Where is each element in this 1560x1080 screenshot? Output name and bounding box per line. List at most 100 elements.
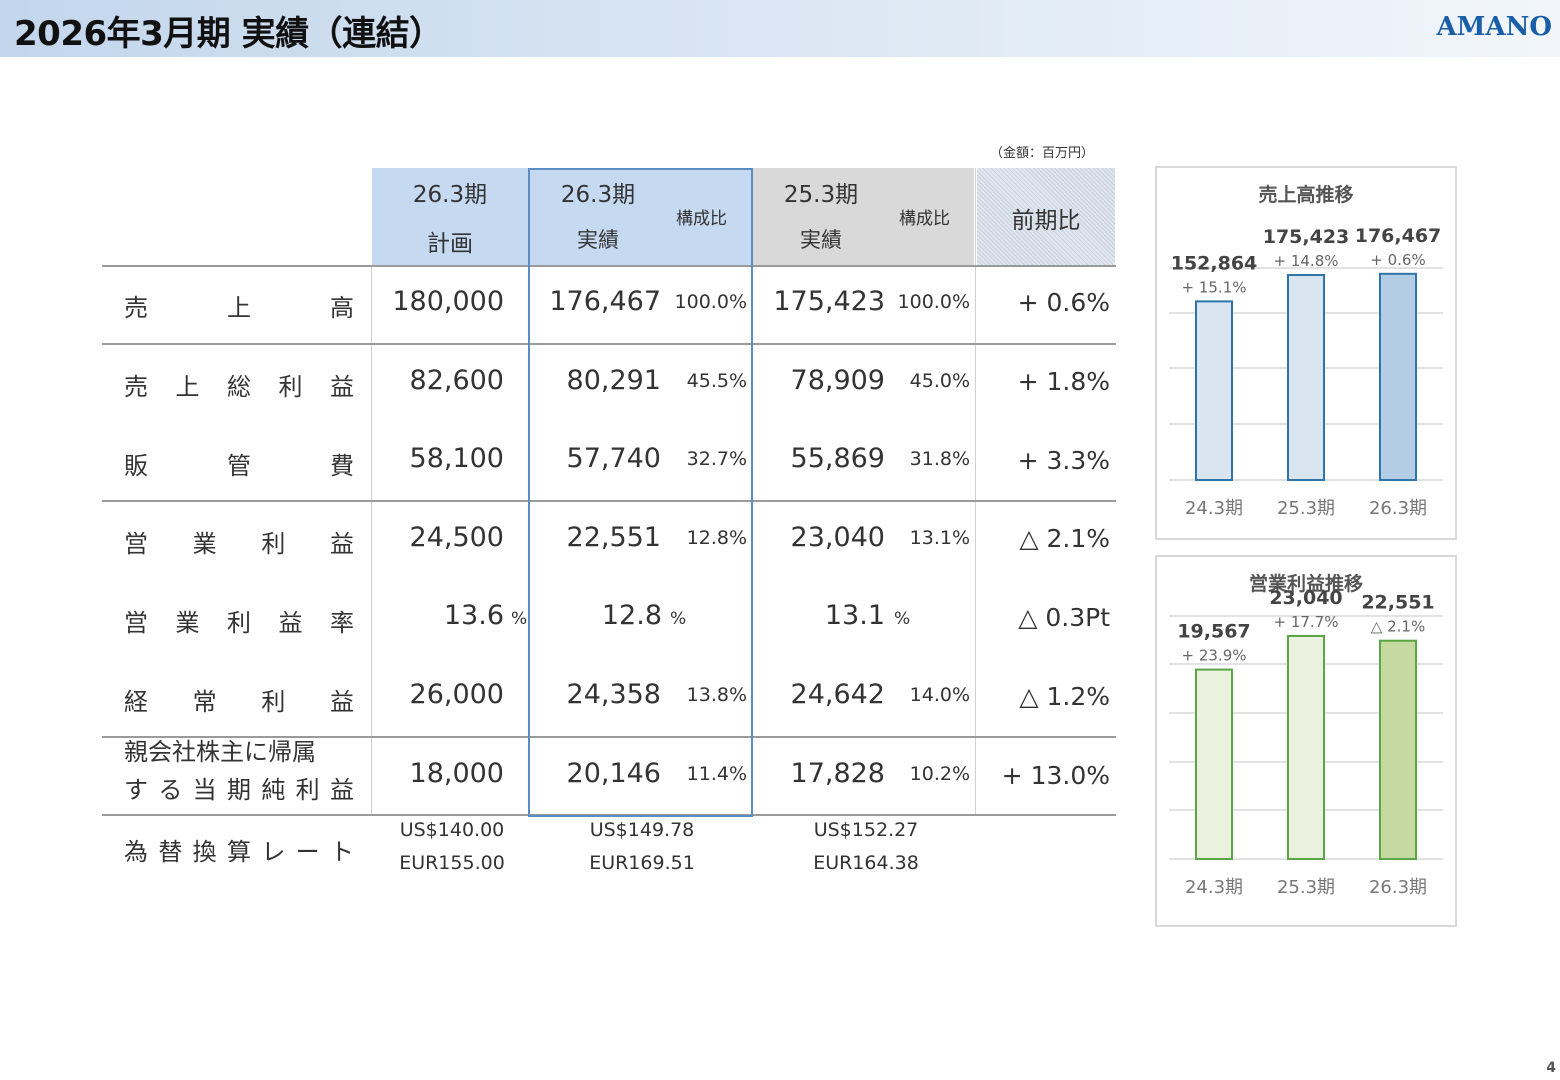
- ordinary-profit-yoy: △ 1.2%: [1019, 682, 1110, 711]
- header-prev-ratio: 構成比: [899, 209, 950, 229]
- bar-value-label: 176,467: [1355, 225, 1442, 247]
- category-label: 25.3期: [1277, 498, 1335, 519]
- bar-change-label: + 14.8%: [1274, 252, 1339, 270]
- actual-highlight-box: [528, 168, 753, 817]
- net-income-prev-ratio: 10.2%: [909, 763, 970, 785]
- net-income-label-line1: 親会社株主に帰属: [124, 738, 316, 766]
- sales-chart: 152,864 + 15.1% 24.3期 175,423 + 14.8% 25.3期 17…: [1169, 225, 1443, 519]
- operating-profit-actual: 22,551: [566, 522, 661, 553]
- sga-actual: 57,740: [566, 443, 661, 474]
- bar: [1379, 272, 1417, 481]
- label-char: 費: [330, 452, 354, 480]
- label-char: 算: [226, 838, 251, 866]
- category-label: 25.3期: [1277, 877, 1335, 898]
- operating-profit-prev-ratio: 13.1%: [909, 527, 970, 549]
- net-income-plan: 18,000: [409, 758, 504, 789]
- operating-margin-plan-unit: %: [511, 609, 528, 629]
- sales-actual: 176,467: [549, 286, 661, 317]
- label-char: 益: [330, 373, 354, 401]
- label-char: 業: [175, 609, 200, 637]
- label-char: 利: [261, 530, 286, 558]
- bar-value-label: 175,423: [1263, 226, 1350, 248]
- label-char: 販: [124, 452, 148, 480]
- fx-prev-usd: US$152.27: [813, 819, 919, 841]
- unit-note: （金額：百万円）: [990, 146, 1095, 161]
- net-income-prev: 17,828: [790, 758, 885, 789]
- operating-margin-actual-unit: %: [670, 609, 687, 629]
- operating-profit-chart: 19,567 + 23.9% 24.3期 23,040 + 17.7% 25.3期 22,5…: [1169, 587, 1443, 898]
- row-label-ordinary-profit: 経 常 利 益: [124, 682, 354, 717]
- operating-margin-prev: 13.1: [824, 600, 885, 631]
- bar-change-label: + 0.6%: [1370, 251, 1425, 269]
- label-char: 期: [226, 776, 251, 804]
- row-label-gross-profit: 売 上 総 利 益: [124, 367, 354, 402]
- operating-margin-plan: 13.6: [443, 600, 504, 631]
- net-income-label-line2: す る 当 期 純 利 益: [124, 771, 354, 809]
- label-char: 管: [227, 452, 251, 480]
- bar-change-label: + 17.7%: [1274, 613, 1339, 631]
- net-income-actual-ratio: 11.4%: [686, 763, 747, 785]
- label-char: 業: [192, 530, 217, 558]
- category-label: 24.3期: [1185, 498, 1243, 519]
- bar-value-label: 22,551: [1361, 592, 1434, 614]
- label-char: 益: [278, 609, 303, 637]
- ordinary-profit-plan: 26,000: [409, 679, 504, 710]
- gross-profit-actual: 80,291: [566, 365, 661, 396]
- ordinary-profit-prev: 24,642: [790, 679, 885, 710]
- category-label: 26.3期: [1369, 498, 1427, 519]
- bar-change-label: + 23.9%: [1182, 647, 1247, 665]
- bar: [1195, 668, 1233, 860]
- label-char: 売: [124, 294, 148, 322]
- label-char: 利: [278, 373, 303, 401]
- label-char: 営: [124, 530, 148, 558]
- label-char: 益: [329, 688, 354, 716]
- sga-actual-ratio: 32.7%: [686, 448, 747, 470]
- operating-margin-yoy: △ 0.3Pt: [1018, 603, 1110, 632]
- gross-profit-actual-ratio: 45.5%: [686, 370, 747, 392]
- header-yoy: 前期比: [1011, 208, 1081, 234]
- sales-plan: 180,000: [392, 286, 504, 317]
- bar-value-label: 152,864: [1171, 252, 1258, 274]
- bar: [1195, 300, 1233, 481]
- bar-value-label: 19,567: [1177, 621, 1250, 643]
- row-label-sga: 販 管 費: [124, 446, 354, 481]
- fx-prev: US$152.27 EUR164.38: [784, 814, 948, 880]
- fx-actual-usd: US$149.78: [589, 819, 695, 841]
- label-char: 率: [330, 609, 354, 637]
- label-char: 益: [329, 776, 354, 804]
- label-char: 利: [295, 776, 320, 804]
- sales-actual-ratio: 100.0%: [674, 291, 747, 313]
- row-label-sales: 売 上 高: [124, 288, 354, 323]
- ordinary-profit-actual: 24,358: [566, 679, 661, 710]
- bar: [1287, 274, 1325, 481]
- fx-plan-usd: US$140.00: [399, 819, 505, 841]
- label-char: 当: [192, 776, 217, 804]
- row-label-fx-rate: 為 替 換 算 レ ー ト: [124, 832, 354, 867]
- operating-profit-yoy: △ 2.1%: [1019, 524, 1110, 553]
- label-char: る: [158, 776, 183, 804]
- gross-profit-prev: 78,909: [790, 365, 885, 396]
- sales-prev: 175,423: [773, 286, 885, 317]
- sga-yoy: + 3.3%: [1017, 446, 1110, 475]
- bar-value-label: 23,040: [1269, 587, 1342, 609]
- operating-margin-actual: 12.8: [601, 600, 662, 631]
- sales-prev-ratio: 100.0%: [897, 291, 970, 313]
- sales-chart-panel: 売上高推移 152,864 + 15.1% 24.3期 175,423 + 14.8% 2…: [1155, 166, 1457, 540]
- header-prev-label: 実績: [800, 228, 842, 252]
- label-char: ー: [295, 838, 320, 866]
- label-char: 換: [192, 838, 217, 866]
- bar: [1287, 634, 1325, 861]
- page-title: 2026年3月期 実績（連結）: [14, 14, 443, 54]
- gross-profit-prev-ratio: 45.0%: [909, 370, 970, 392]
- label-char: 高: [330, 294, 354, 322]
- label-char: レ: [261, 838, 286, 866]
- header-plan-label: 計画: [427, 231, 473, 257]
- label-char: 営: [124, 609, 148, 637]
- label-char: す: [124, 776, 148, 804]
- bar-change-label: △ 2.1%: [1371, 618, 1425, 636]
- sales-yoy: + 0.6%: [1017, 288, 1110, 317]
- sga-prev-ratio: 31.8%: [909, 448, 970, 470]
- gross-profit-yoy: + 1.8%: [1017, 367, 1110, 396]
- label-char: 経: [124, 688, 148, 716]
- operating-profit-prev: 23,040: [790, 522, 885, 553]
